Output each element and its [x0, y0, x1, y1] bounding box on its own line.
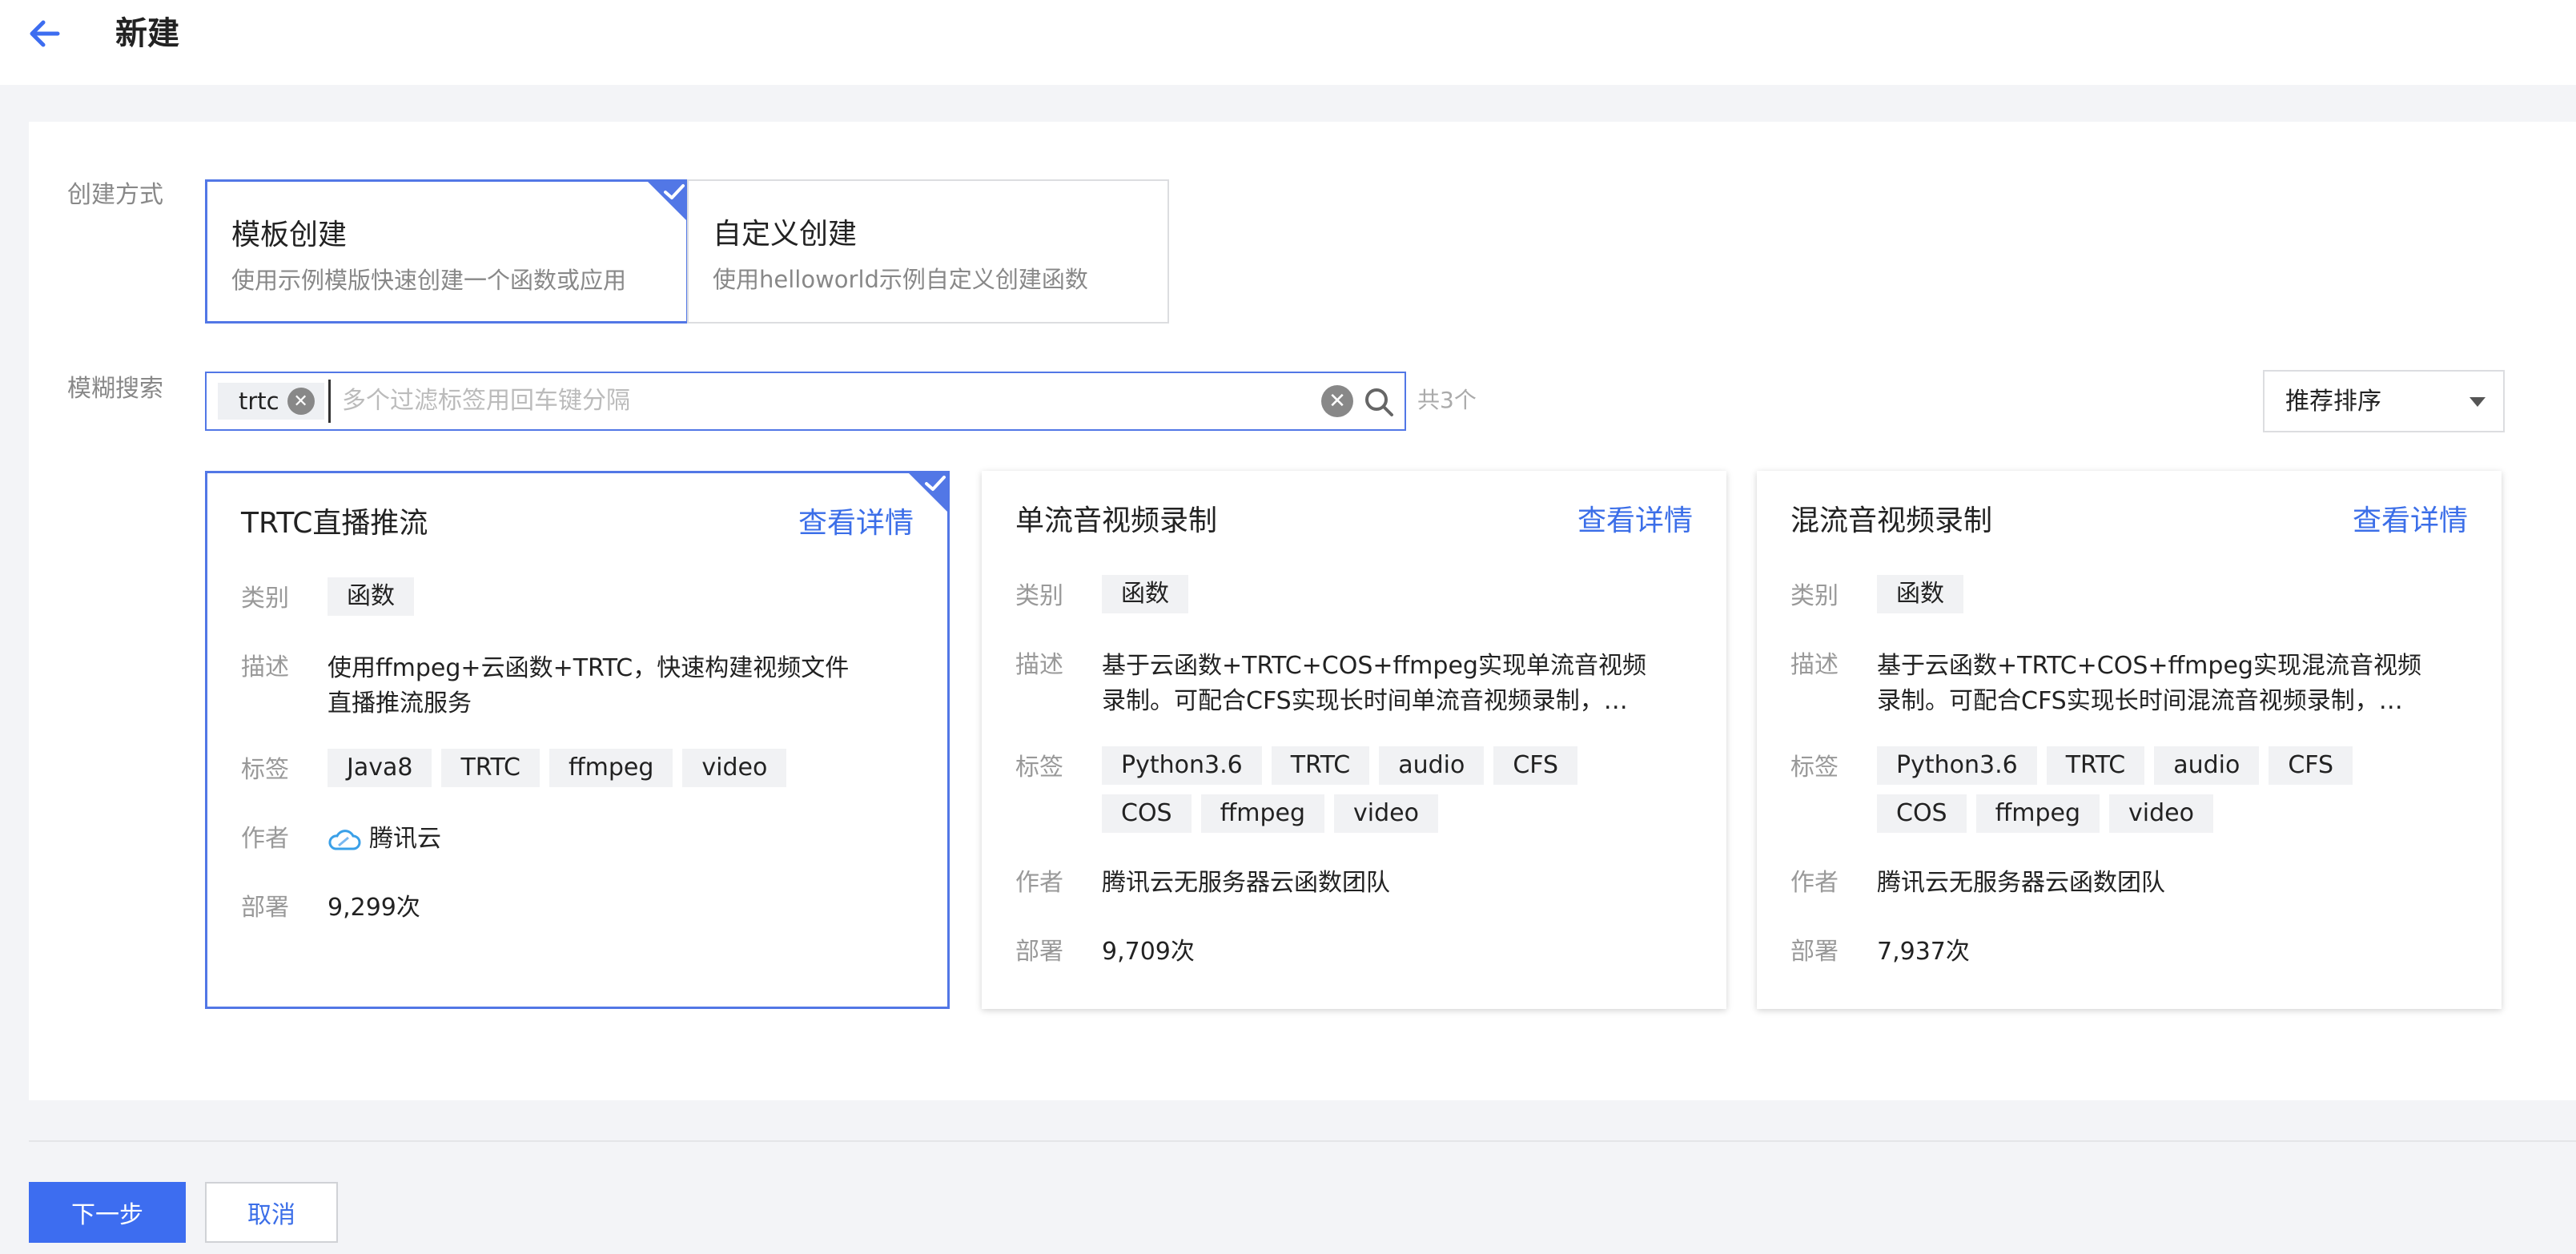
tag: Python3.6 — [1877, 746, 2037, 785]
tag: COS — [1877, 794, 1967, 833]
card-title: 混流音视频录制 — [1790, 504, 1993, 537]
tags-label: 标签 — [1790, 754, 1839, 782]
page-title: 新建 — [115, 15, 179, 52]
selected-corner — [908, 472, 948, 512]
deploy-label: 部署 — [241, 894, 289, 922]
create-method-label: 创建方式 — [67, 181, 163, 209]
card-description: 使用ffmpeg+云函数+TRTC，快速构建视频文件直播推流服务 — [328, 654, 850, 717]
author-name: 腾讯云无服务器云函数团队 — [1877, 869, 2165, 897]
template-card[interactable]: TRTC直播推流 查看详情 类别 函数 描述 使用ffmpeg+云函数+TRTC… — [205, 471, 950, 1009]
category-value: 函数 — [328, 577, 920, 625]
tag: COS — [1102, 794, 1192, 833]
tag: video — [682, 749, 787, 787]
selected-corner — [647, 181, 687, 221]
tags-label: 标签 — [1015, 754, 1063, 782]
cancel-button[interactable]: 取消 — [205, 1182, 338, 1243]
desc-label: 描述 — [1790, 651, 1839, 679]
card-title: 单流音视频录制 — [1015, 504, 1218, 537]
deploy-count: 9,299次 — [328, 894, 420, 922]
card-title: TRTC直播推流 — [241, 507, 428, 540]
method-card-custom[interactable]: 自定义创建 使用helloworld示例自定义创建函数 — [687, 179, 1169, 324]
method-desc: 使用示例模版快速创建一个函数或应用 — [231, 267, 627, 294]
category-value: 函数 — [1877, 575, 2470, 623]
deploy-count: 7,937次 — [1877, 938, 1970, 966]
tag-search-box[interactable]: trtc ✕ ✕ — [205, 372, 1406, 431]
clear-icon[interactable]: ✕ — [1321, 385, 1353, 417]
category-label: 类别 — [1790, 582, 1839, 610]
author-value: 腾讯云 — [328, 822, 441, 856]
tag: TRTC — [1271, 746, 1370, 785]
method-desc: 使用helloworld示例自定义创建函数 — [713, 266, 1088, 293]
category-value: 函数 — [1102, 575, 1694, 623]
tag: CFS — [2269, 746, 2353, 785]
search-icon[interactable] — [1361, 384, 1397, 420]
tag: CFS — [1493, 746, 1578, 785]
card-description: 基于云函数+TRTC+COS+ffmpeg实现单流音视频录制。可配合CFS实现长… — [1102, 652, 1646, 715]
result-count: 共3个 — [1417, 387, 1477, 413]
sort-label: 推荐排序 — [2285, 388, 2381, 416]
desc-label: 描述 — [1015, 651, 1063, 679]
next-step-button[interactable]: 下一步 — [29, 1182, 186, 1243]
filter-chip-label: trtc — [239, 388, 279, 415]
check-icon — [664, 184, 685, 199]
tag: audio — [1379, 746, 1485, 785]
deploy-count: 9,709次 — [1102, 938, 1195, 966]
template-card[interactable]: 混流音视频录制 查看详情 类别 函数 描述 基于云函数+TRTC+COS+ffm… — [1757, 471, 2502, 1009]
tag: TRTC — [2046, 746, 2145, 785]
card-description: 基于云函数+TRTC+COS+ffmpeg实现混流音视频录制。可配合CFS实现长… — [1877, 652, 2421, 715]
tag: audio — [2154, 746, 2260, 785]
footer-divider — [29, 1140, 2576, 1142]
tag: ffmpeg — [1200, 794, 1325, 833]
view-details-link[interactable]: 查看详情 — [2353, 503, 2468, 540]
method-card-template[interactable]: 模板创建 使用示例模版快速创建一个函数或应用 — [205, 179, 689, 324]
author-label: 作者 — [1015, 869, 1063, 897]
filter-chip: trtc ✕ — [218, 383, 324, 420]
desc-label: 描述 — [241, 653, 289, 681]
tag: Java8 — [328, 749, 432, 787]
remove-chip-icon[interactable]: ✕ — [287, 388, 315, 415]
method-title: 自定义创建 — [713, 218, 858, 251]
tags-label: 标签 — [241, 756, 289, 784]
tag-list: Python3.6 TRTC audio CFS COS ffmpeg video — [1877, 746, 2470, 842]
template-card[interactable]: 单流音视频录制 查看详情 类别 函数 描述 基于云函数+TRTC+COS+ffm… — [982, 471, 1726, 1009]
author-label: 作者 — [241, 825, 289, 853]
author-name: 腾讯云无服务器云函数团队 — [1102, 869, 1390, 897]
tag: TRTC — [441, 749, 540, 787]
author-label: 作者 — [1790, 869, 1839, 897]
tag: ffmpeg — [549, 749, 673, 787]
tag: Python3.6 — [1102, 746, 1262, 785]
category-label: 类别 — [1015, 582, 1063, 610]
tag: ffmpeg — [1975, 794, 2100, 833]
tag: video — [2109, 794, 2213, 833]
cloud-logo-icon — [328, 829, 361, 850]
method-title: 模板创建 — [231, 219, 348, 251]
chevron-down-icon — [2470, 397, 2486, 407]
category-label: 类别 — [241, 585, 289, 613]
back-arrow-icon[interactable] — [26, 16, 64, 51]
category-tag: 函数 — [328, 577, 414, 616]
check-icon — [925, 476, 946, 491]
fuzzy-search-label: 模糊搜索 — [67, 375, 163, 403]
page-header: 新建 — [0, 0, 2576, 85]
tag-list: Java8 TRTC ffmpeg video — [328, 749, 920, 797]
deploy-label: 部署 — [1790, 938, 1839, 966]
sort-select[interactable]: 推荐排序 — [2263, 370, 2505, 432]
deploy-label: 部署 — [1015, 938, 1063, 966]
tag-list: Python3.6 TRTC audio CFS COS ffmpeg video — [1102, 746, 1694, 842]
category-tag: 函数 — [1102, 575, 1188, 613]
view-details-link[interactable]: 查看详情 — [1577, 503, 1693, 540]
category-tag: 函数 — [1877, 575, 1963, 613]
tag: video — [1334, 794, 1438, 833]
view-details-link[interactable]: 查看详情 — [798, 505, 914, 542]
search-input[interactable] — [328, 380, 1257, 423]
author-name: 腾讯云 — [369, 825, 441, 853]
